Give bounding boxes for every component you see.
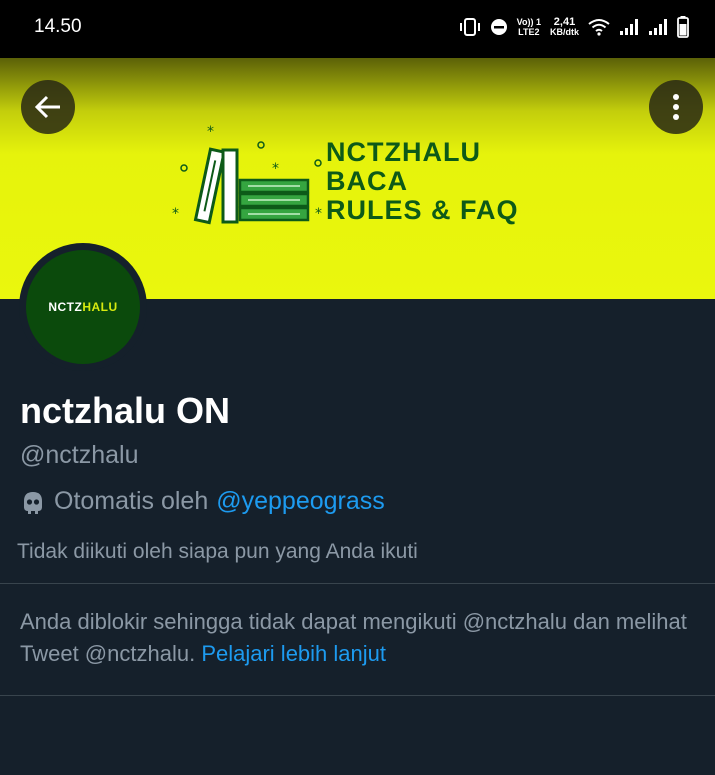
divider	[0, 695, 715, 696]
svg-text:*: *	[172, 206, 179, 222]
vibrate-icon	[459, 18, 480, 36]
banner-line-1: NCTZHALU	[326, 137, 481, 167]
more-options-button[interactable]	[649, 80, 703, 134]
network-indicator: Vo)) 1 LTE2	[516, 17, 541, 37]
signal-icon	[649, 19, 667, 35]
books-illustration: * * * *	[170, 120, 326, 235]
profile-name: nctzhalu ON	[20, 390, 231, 431]
automated-label-row: Otomatis oleh @yeppeograss	[20, 487, 385, 516]
svg-text:*: *	[315, 206, 322, 222]
back-button[interactable]	[21, 80, 75, 134]
automated-label: Otomatis oleh	[54, 487, 209, 515]
battery-icon	[677, 16, 689, 38]
robot-icon	[24, 491, 42, 514]
signal-icon	[620, 19, 638, 35]
banner-line-3: RULES & FAQ	[326, 195, 519, 225]
svg-text:*: *	[272, 161, 279, 177]
svg-text:*: *	[207, 124, 214, 140]
banner-title: NCTZHALU BACA RULES & FAQ	[326, 138, 519, 225]
automated-by-link[interactable]: @yeppeograss	[216, 487, 385, 516]
arrow-left-icon	[34, 95, 60, 119]
banner-line-2: BACA	[326, 166, 408, 196]
profile-handle: @nctzhalu	[20, 441, 139, 469]
status-time: 14.50	[34, 16, 82, 37]
network-speed: 2,41 KB/dtk	[550, 16, 579, 38]
status-icons: Vo)) 1 LTE2 2,41 KB/dtk	[459, 14, 689, 40]
blocked-notice: Anda diblokir sehingga tidak dapat mengi…	[20, 606, 700, 670]
more-vertical-icon	[673, 94, 679, 120]
divider	[0, 583, 715, 584]
status-bar: 14.50 Vo)) 1 LTE2 2,41 KB/dtk	[0, 0, 715, 58]
dnd-icon	[490, 19, 507, 35]
avatar[interactable]: NCTZ HALU	[19, 243, 147, 371]
followers-you-know: Tidak diikuti oleh siapa pun yang Anda i…	[17, 540, 418, 563]
wifi-icon	[588, 19, 610, 36]
learn-more-link[interactable]: Pelajari lebih lanjut	[201, 641, 386, 666]
avatar-image: NCTZ HALU	[26, 250, 140, 364]
